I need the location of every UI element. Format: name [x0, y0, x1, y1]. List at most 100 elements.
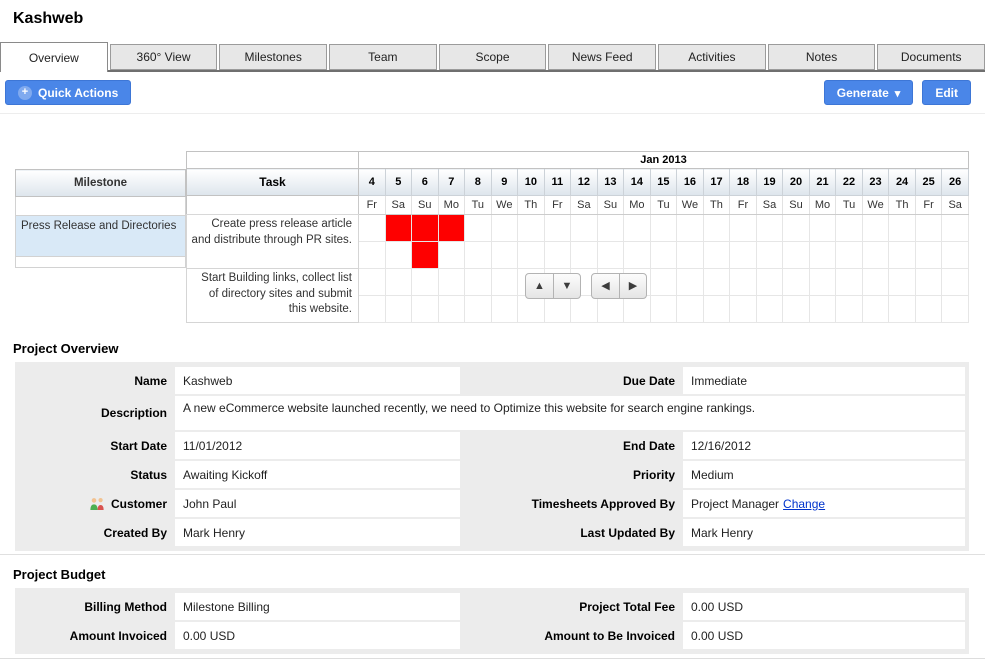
- gantt-dow-9: We: [491, 196, 518, 215]
- tab-notes[interactable]: Notes: [768, 44, 876, 70]
- gantt-grid-cell: [703, 215, 730, 242]
- gantt-grid-cell: [677, 269, 704, 296]
- gantt-grid-cell: [385, 269, 412, 296]
- gantt-grid-cell: [359, 296, 386, 323]
- field-value-amount-invoiced: 0.00 USD: [175, 622, 460, 649]
- gantt-dow-13: Su: [597, 196, 624, 215]
- task-column-header: Task: [187, 169, 359, 196]
- field-value-project-total-fee: 0.00 USD: [683, 593, 965, 620]
- field-value-name: Kashweb: [175, 367, 460, 394]
- gantt-grid-cell: [491, 242, 518, 269]
- gantt-grid-cell: [783, 215, 810, 242]
- gantt-grid-cell: [862, 296, 889, 323]
- gantt-dow-16: We: [677, 196, 704, 215]
- bottom-rule: [0, 658, 985, 659]
- gantt-grid-cell: [518, 296, 545, 323]
- change-link[interactable]: Change: [783, 497, 825, 511]
- budget-fields: Billing MethodMilestone BillingProject T…: [15, 588, 969, 654]
- gantt-grid-cell: [942, 242, 969, 269]
- gantt-scroll-up-button[interactable]: [526, 274, 553, 298]
- tab-milestones[interactable]: Milestones: [219, 44, 327, 70]
- quick-actions-button[interactable]: Quick Actions: [5, 80, 131, 105]
- gantt-dow-14: Mo: [624, 196, 651, 215]
- gantt-dow-23: We: [862, 196, 889, 215]
- gantt-dow-22: Tu: [836, 196, 863, 215]
- gantt-date-12: 12: [571, 169, 598, 196]
- tab-activities[interactable]: Activities: [658, 44, 766, 70]
- gantt-horizontal-scroll-group: [591, 273, 647, 299]
- edit-button[interactable]: Edit: [922, 80, 971, 105]
- gantt-date-20: 20: [783, 169, 810, 196]
- field-label-billing-method: Billing Method: [15, 593, 175, 620]
- gantt-grid-cell: [942, 269, 969, 296]
- right-arrow-icon: [629, 281, 637, 292]
- tab-overview[interactable]: Overview: [0, 42, 108, 72]
- gantt-date-5: 5: [385, 169, 412, 196]
- gantt-month-label: Jan 2013: [359, 152, 969, 169]
- gantt-grid-cell: [703, 242, 730, 269]
- milestone-empty-row: [16, 257, 186, 268]
- gantt-grid-cell: [756, 269, 783, 296]
- tab-news-feed[interactable]: News Feed: [548, 44, 656, 70]
- page-title: Kashweb: [0, 0, 985, 34]
- gantt-dow-4: Fr: [359, 196, 386, 215]
- gantt-grid-cell: [809, 269, 836, 296]
- tab-documents[interactable]: Documents: [877, 44, 985, 70]
- field-value-timesheets-approved-by: Project ManagerChange: [683, 490, 965, 517]
- caret-down-icon: [895, 86, 901, 100]
- field-value-due-date: Immediate: [683, 367, 965, 394]
- gantt-grid-cell: [889, 296, 916, 323]
- tab-360-view[interactable]: 360° View: [110, 44, 218, 70]
- gantt-date-24: 24: [889, 169, 916, 196]
- gantt-grid-cell: [730, 296, 757, 323]
- gantt-grid-cell: [703, 269, 730, 296]
- gantt-grid-cell: [544, 296, 571, 323]
- gantt-grid-cell: [650, 242, 677, 269]
- gantt-scroll-down-button[interactable]: [553, 274, 580, 298]
- gantt-date-13: 13: [597, 169, 624, 196]
- gantt-grid-cell: [730, 242, 757, 269]
- gantt-scroll-right-button[interactable]: [619, 274, 646, 298]
- gantt-bar-cell[interactable]: [438, 215, 465, 242]
- tab-scope[interactable]: Scope: [439, 44, 547, 70]
- gantt-grid-cell: [359, 269, 386, 296]
- gantt-bar-cell[interactable]: [385, 215, 412, 242]
- gantt-bar-cell[interactable]: [412, 215, 439, 242]
- gantt-grid-cell: [491, 269, 518, 296]
- section-divider: [0, 554, 985, 555]
- gantt-grid-cell: [783, 269, 810, 296]
- gantt-grid-cell: [889, 215, 916, 242]
- gantt-grid-cell: [359, 215, 386, 242]
- left-arrow-icon: [601, 281, 609, 292]
- gantt-timeline: Jan 2013 Task 45678910111213141516171819…: [186, 151, 969, 323]
- gantt-chart: Milestone Press Release and Directories …: [15, 151, 969, 329]
- gantt-grid-cell: [862, 269, 889, 296]
- gantt-dow-corner-cell: [187, 196, 359, 215]
- field-row: Amount Invoiced0.00 USDAmount to Be Invo…: [15, 622, 969, 649]
- gantt-dow-17: Th: [703, 196, 730, 215]
- generate-button[interactable]: Generate: [824, 80, 914, 105]
- gantt-grid-cell: [518, 215, 545, 242]
- tab-team[interactable]: Team: [329, 44, 437, 70]
- gantt-grid-cell: [730, 215, 757, 242]
- field-label-timesheets-approved-by: Timesheets Approved By: [460, 490, 683, 517]
- gantt-grid-cell: [359, 242, 386, 269]
- gantt-dow-18: Fr: [730, 196, 757, 215]
- customer-icon: [88, 497, 106, 510]
- gantt-date-19: 19: [756, 169, 783, 196]
- gantt-task-label: Create press release article and distrib…: [187, 215, 359, 269]
- budget-section-title: Project Budget: [13, 567, 985, 582]
- gantt-grid-cell: [518, 242, 545, 269]
- field-value-customer: John Paul: [175, 490, 460, 517]
- gantt-grid-cell: [915, 215, 942, 242]
- gantt-milestone-table: Milestone Press Release and Directories: [15, 169, 186, 268]
- gantt-dow-11: Fr: [544, 196, 571, 215]
- field-label-name: Name: [15, 367, 175, 394]
- gantt-grid-cell: [942, 215, 969, 242]
- milestone-name-cell[interactable]: Press Release and Directories: [16, 216, 186, 257]
- gantt-bar-cell[interactable]: [412, 242, 439, 269]
- gantt-scroll-left-button[interactable]: [592, 274, 619, 298]
- field-label-end-date: End Date: [460, 432, 683, 459]
- gantt-dow-24: Th: [889, 196, 916, 215]
- field-value-created-by: Mark Henry: [175, 519, 460, 546]
